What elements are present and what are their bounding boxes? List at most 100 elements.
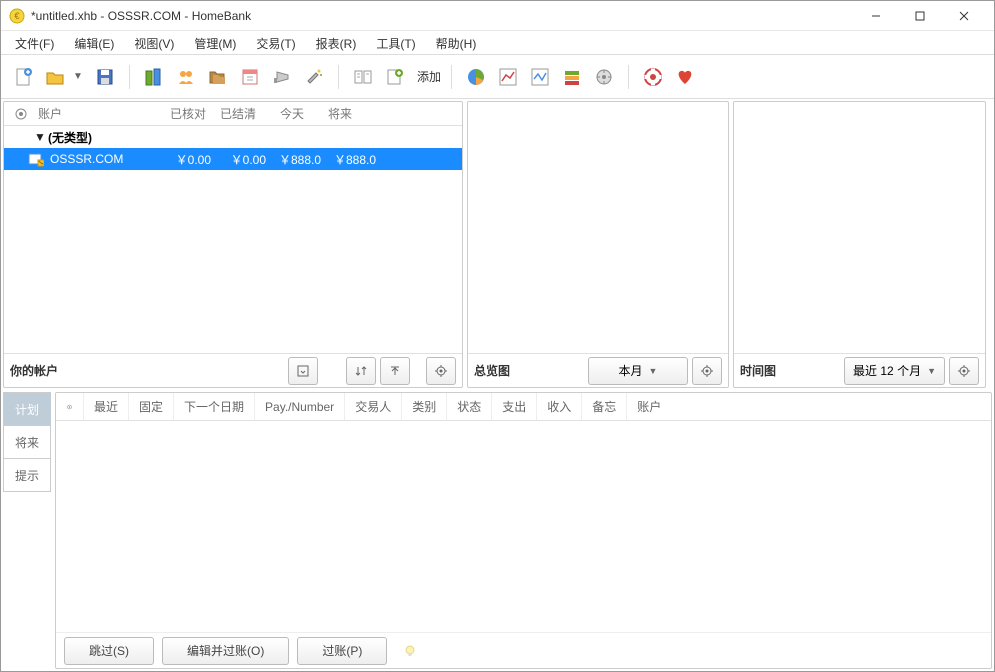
plan-panel: 最近 固定 下一个日期 Pay./Number 交易人 类别 状态 支出 收入 … [55,392,992,669]
tab-plan[interactable]: 计划 [3,392,51,426]
menu-manage[interactable]: 管理(M) [184,31,246,54]
col-pay-number[interactable]: Pay./Number [255,393,345,420]
tab-hint[interactable]: 提示 [3,458,51,492]
budget-report-button[interactable] [558,63,586,91]
col-trader[interactable]: 交易人 [345,393,402,420]
account-reconciled: ￥0.00 [160,151,215,168]
skip-button[interactable]: 跳过(S) [64,637,154,665]
trend-time-button[interactable] [494,63,522,91]
accounts-button[interactable] [140,63,168,91]
col-income[interactable]: 收入 [537,393,582,420]
accounts-body: ▼ (无类型) OSSSR.COM ￥0.00 ￥0.00 ￥888.0 ￥88… [4,126,462,353]
add-transaction-button[interactable] [381,63,409,91]
top-button[interactable] [380,357,410,385]
chevron-down-icon: ▼ [927,366,936,376]
separator [129,65,130,89]
plan-header: 最近 固定 下一个日期 Pay./Number 交易人 类别 状态 支出 收入 … [56,393,991,421]
overview-body [468,102,728,353]
col-cleared[interactable]: 已结清 [212,105,262,122]
overview-range-value: 本月 [619,362,643,379]
col-expense[interactable]: 支出 [492,393,537,420]
open-dropdown-arrow[interactable]: ▼ [73,71,87,82]
col-recent[interactable]: 最近 [84,393,129,420]
timeline-footer: 时间图 最近 12 个月 ▼ [734,353,985,387]
menu-tools[interactable]: 工具(T) [366,31,425,54]
app-icon: € [9,8,25,24]
open-file-button[interactable] [41,63,69,91]
side-tabs: 计划 将来 提示 [3,392,51,669]
menu-report[interactable]: 报表(R) [306,31,367,54]
maximize-button[interactable] [898,2,942,30]
save-button[interactable] [91,63,119,91]
col-account[interactable]: 账户 [627,393,671,420]
gear-button[interactable] [692,357,722,385]
statistics-button[interactable] [462,63,490,91]
window-title: *untitled.xhb - OSSSR.COM - HomeBank [31,9,854,23]
menu-edit[interactable]: 编辑(E) [64,31,124,54]
assign-button[interactable] [300,63,328,91]
timeline-label: 时间图 [740,362,840,379]
accounts-footer-label: 你的帐户 [10,362,284,379]
menu-help[interactable]: 帮助(H) [426,31,487,54]
account-name: OSSSR.COM [50,152,160,166]
post-button[interactable]: 过账(P) [297,637,387,665]
minimize-button[interactable] [854,2,898,30]
account-group-row[interactable]: ▼ (无类型) [4,126,462,148]
sort-button[interactable] [346,357,376,385]
toolbar: ▼ 添加 [1,55,994,99]
budget-button[interactable] [268,63,296,91]
col-memo[interactable]: 备忘 [582,393,627,420]
overview-range-dropdown[interactable]: 本月 ▼ [588,357,688,385]
menu-file[interactable]: 文件(F) [5,31,64,54]
accounts-footer: 你的帐户 [4,353,462,387]
titlebar: € *untitled.xhb - OSSSR.COM - HomeBank [1,1,994,31]
help-button[interactable] [639,63,667,91]
gear-icon[interactable] [8,107,32,121]
svg-text:€: € [14,11,19,21]
menu-transaction[interactable]: 交易(T) [246,31,305,54]
col-today[interactable]: 今天 [262,105,310,122]
col-category[interactable]: 类别 [402,393,447,420]
new-file-button[interactable] [9,63,37,91]
account-future: ￥888.0 [325,151,380,168]
overview-footer: 总览图 本月 ▼ [468,353,728,387]
timeline-panel: 时间图 最近 12 个月 ▼ [733,101,986,388]
categories-button[interactable] [204,63,232,91]
timeline-range-dropdown[interactable]: 最近 12 个月 ▼ [844,357,945,385]
account-row[interactable]: OSSSR.COM ￥0.00 ￥0.00 ￥888.0 ￥888.0 [4,148,462,170]
col-fixed[interactable]: 固定 [129,393,174,420]
overview-panel: 总览图 本月 ▼ [467,101,729,388]
col-future[interactable]: 将来 [310,105,358,122]
col-next-date[interactable]: 下一个日期 [174,393,255,420]
payees-button[interactable] [172,63,200,91]
col-status[interactable]: 状态 [447,393,492,420]
tree-collapse-icon[interactable]: ▼ [34,130,48,144]
separator [628,65,629,89]
plan-footer: 跳过(S) 编辑并过账(O) 过账(P) [56,632,991,668]
menubar: 文件(F) 编辑(E) 视图(V) 管理(M) 交易(T) 报表(R) 工具(T… [1,31,994,55]
menu-view[interactable]: 视图(V) [124,31,184,54]
separator [338,65,339,89]
col-account[interactable]: 账户 [32,105,162,122]
col-reconciled[interactable]: 已核对 [162,105,212,122]
tab-future[interactable]: 将来 [3,425,51,459]
timeline-body [734,102,985,353]
accounts-header: 账户 已核对 已结清 今天 将来 [4,102,462,126]
chevron-down-icon: ▼ [649,366,658,376]
gear-button[interactable] [426,357,456,385]
gear-icon[interactable] [56,393,84,420]
show-transactions-button[interactable] [349,63,377,91]
account-today: ￥888.0 [270,151,325,168]
close-button[interactable] [942,2,986,30]
scheduled-button[interactable] [236,63,264,91]
edit-post-button[interactable]: 编辑并过账(O) [162,637,289,665]
expand-button[interactable] [288,357,318,385]
account-icon [28,151,44,167]
vehicle-button[interactable] [590,63,618,91]
gear-button[interactable] [949,357,979,385]
bottom-section: 计划 将来 提示 最近 固定 下一个日期 Pay./Number 交易人 类别 … [1,390,994,671]
balance-button[interactable] [526,63,554,91]
accounts-panel: 账户 已核对 已结清 今天 将来 ▼ (无类型) OSSSR.COM ￥0.00… [3,101,463,388]
donate-button[interactable] [671,63,699,91]
separator [451,65,452,89]
